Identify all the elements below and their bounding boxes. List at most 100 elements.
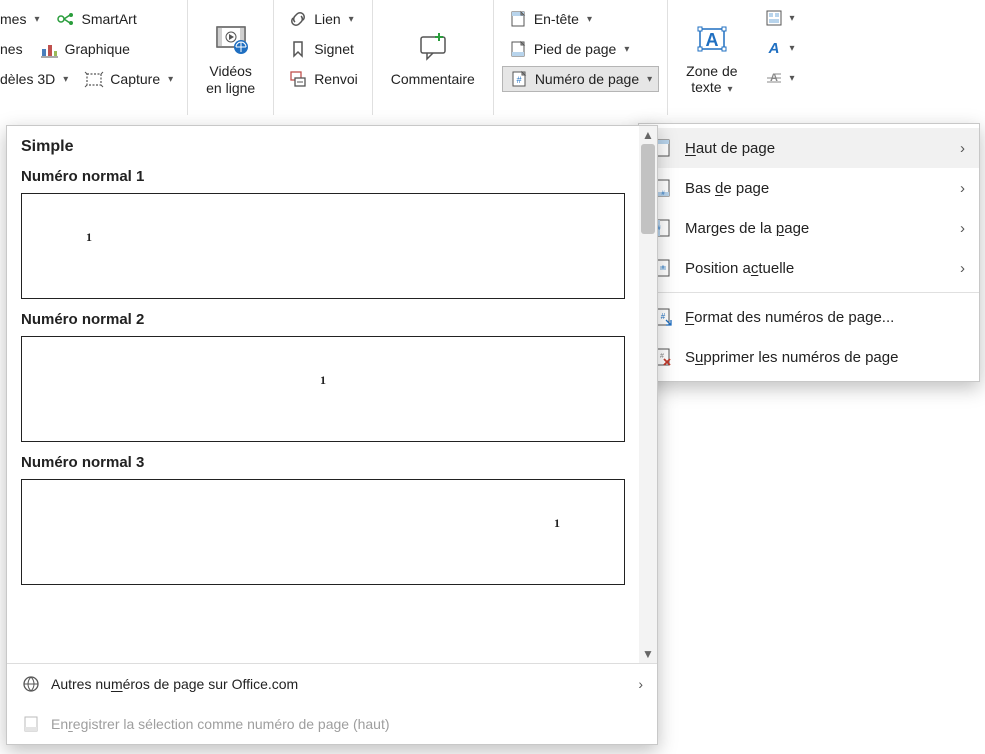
bookmark-button[interactable]: Signet	[282, 37, 360, 61]
crossreference-button[interactable]: Renvoi	[282, 67, 364, 91]
chevron-down-icon: ▾	[727, 84, 732, 95]
wordart-icon: A	[764, 38, 784, 58]
chevron-down-icon: ▾	[624, 44, 629, 55]
online-videos-button[interactable]: Vidéos en ligne	[196, 13, 265, 103]
sample-number: 1	[86, 230, 92, 245]
menu-top-of-page[interactable]: Haut de page ›	[639, 128, 979, 168]
gallery-scrollbar[interactable]: ▲ ▼	[639, 126, 657, 663]
page-number-button[interactable]: # Numéro de page ▾	[502, 66, 659, 92]
smartart-label: SmartArt	[81, 11, 136, 27]
chart-button[interactable]: Graphique	[33, 37, 136, 61]
icons-button[interactable]: nes	[0, 39, 29, 59]
page-number-icon: #	[509, 69, 529, 89]
crossreference-label: Renvoi	[314, 71, 358, 87]
drop-cap-button[interactable]: A ▾	[760, 66, 799, 90]
chevron-down-icon: ▾	[647, 74, 652, 85]
gallery-option-title: Numéro normal 3	[21, 454, 625, 471]
shapes-button[interactable]: mes ▾	[0, 9, 45, 29]
save-selection-icon	[21, 714, 41, 734]
gallery-save-selection-label: Enregistrer la sélection comme numéro de…	[51, 716, 390, 732]
svg-text:#: #	[660, 353, 664, 360]
shapes-label: mes	[0, 11, 26, 27]
smartart-icon	[55, 9, 75, 29]
chevron-down-icon: ▾	[349, 14, 354, 25]
menu-page-margins[interactable]: # Marges de la page ›	[639, 208, 979, 248]
header-button[interactable]: En-tête ▾	[502, 7, 598, 31]
gallery-section-title: Simple	[21, 138, 625, 156]
group-illustrations: mes ▾ SmartArt nes Graphique	[0, 0, 188, 115]
menu-top-of-page-label: Haut de page	[685, 140, 775, 157]
icons-label: nes	[0, 41, 23, 57]
chevron-down-icon: ▾	[63, 74, 68, 85]
svg-text:#: #	[516, 75, 521, 85]
gallery-more-office-label: Autres numéros de page sur Office.com	[51, 676, 298, 692]
chevron-right-icon: ›	[638, 676, 643, 692]
hyperlink-label: Lien	[314, 11, 340, 27]
crossreference-icon	[288, 69, 308, 89]
online-videos-label: Vidéos en ligne	[206, 63, 255, 97]
comment-label: Commentaire	[391, 71, 475, 88]
group-media: Vidéos en ligne	[188, 0, 274, 115]
wordart-button[interactable]: A ▾	[760, 36, 799, 60]
chevron-right-icon: ›	[960, 260, 965, 277]
menu-remove-page-numbers-label: Supprimer les numéros de page	[685, 349, 898, 366]
smartart-button[interactable]: SmartArt	[49, 7, 142, 31]
menu-page-margins-label: Marges de la page	[685, 220, 809, 237]
scroll-thumb[interactable]	[641, 144, 655, 234]
page-number-menu: Haut de page › # Bas de page › # Marges …	[638, 123, 980, 382]
scroll-down-icon[interactable]: ▼	[639, 645, 657, 663]
svg-text:#: #	[661, 312, 666, 321]
chevron-right-icon: ›	[960, 180, 965, 197]
footer-icon	[508, 39, 528, 59]
gallery-more-office[interactable]: Autres numéros de page sur Office.com ›	[7, 664, 657, 704]
quick-parts-button[interactable]: ▾	[760, 6, 799, 30]
menu-remove-page-numbers[interactable]: # Supprimer les numéros de page	[639, 337, 979, 377]
chevron-down-icon: ▾	[790, 13, 795, 24]
group-text-extras: ▾ A ▾ A ▾	[756, 0, 803, 115]
gallery-option-normal-3[interactable]: 1	[21, 479, 625, 585]
screenshot-button[interactable]: Capture ▾	[78, 67, 179, 91]
page-number-label: Numéro de page	[535, 71, 639, 87]
quick-parts-icon	[764, 8, 784, 28]
sample-number: 1	[320, 373, 326, 388]
hyperlink-button[interactable]: Lien ▾	[282, 7, 360, 31]
group-text: A Zone de texte ▾	[668, 0, 755, 115]
svg-text:A: A	[767, 40, 779, 57]
footer-button[interactable]: Pied de page ▾	[502, 37, 636, 61]
chevron-right-icon: ›	[960, 140, 965, 157]
screenshot-icon	[84, 69, 104, 89]
chevron-right-icon: ›	[960, 220, 965, 237]
page-number-gallery: Simple Numéro normal 1 1 Numéro normal 2…	[6, 125, 658, 745]
footer-label: Pied de page	[534, 41, 617, 57]
models3d-button[interactable]: dèles 3D ▾	[0, 69, 74, 89]
comment-button[interactable]: Commentaire	[381, 21, 485, 94]
text-box-label: Zone de texte ▾	[686, 63, 737, 97]
chart-label: Graphique	[65, 41, 130, 57]
gallery-save-selection: Enregistrer la sélection comme numéro de…	[7, 704, 657, 744]
comment-icon	[413, 27, 453, 67]
menu-bottom-of-page[interactable]: # Bas de page ›	[639, 168, 979, 208]
group-links: Lien ▾ Signet Renvoi	[274, 0, 373, 115]
menu-format-page-numbers[interactable]: # Format des numéros de page...	[639, 297, 979, 337]
text-box-icon: A	[692, 19, 732, 59]
chevron-down-icon: ▾	[790, 43, 795, 54]
menu-divider	[639, 292, 979, 293]
scroll-up-icon[interactable]: ▲	[639, 126, 657, 144]
screenshot-label: Capture	[110, 71, 160, 87]
header-label: En-tête	[534, 11, 579, 27]
chart-icon	[39, 39, 59, 59]
ribbon: mes ▾ SmartArt nes Graphique	[0, 0, 985, 115]
chevron-down-icon: ▾	[34, 14, 39, 25]
chevron-down-icon: ▾	[168, 74, 173, 85]
gallery-option-normal-2[interactable]: 1	[21, 336, 625, 442]
group-comments: Commentaire	[373, 0, 494, 115]
menu-current-position[interactable]: # Position actuelle ›	[639, 248, 979, 288]
drop-cap-icon: A	[764, 68, 784, 88]
gallery-content: Simple Numéro normal 1 1 Numéro normal 2…	[7, 126, 639, 663]
group-header-footer: En-tête ▾ Pied de page ▾ # Numéro de pag…	[494, 0, 668, 115]
text-box-button[interactable]: A Zone de texte ▾	[676, 13, 747, 103]
models3d-label: dèles 3D	[0, 71, 55, 87]
chevron-down-icon: ▾	[587, 14, 592, 25]
gallery-option-normal-1[interactable]: 1	[21, 193, 625, 299]
sample-number: 1	[554, 516, 560, 531]
